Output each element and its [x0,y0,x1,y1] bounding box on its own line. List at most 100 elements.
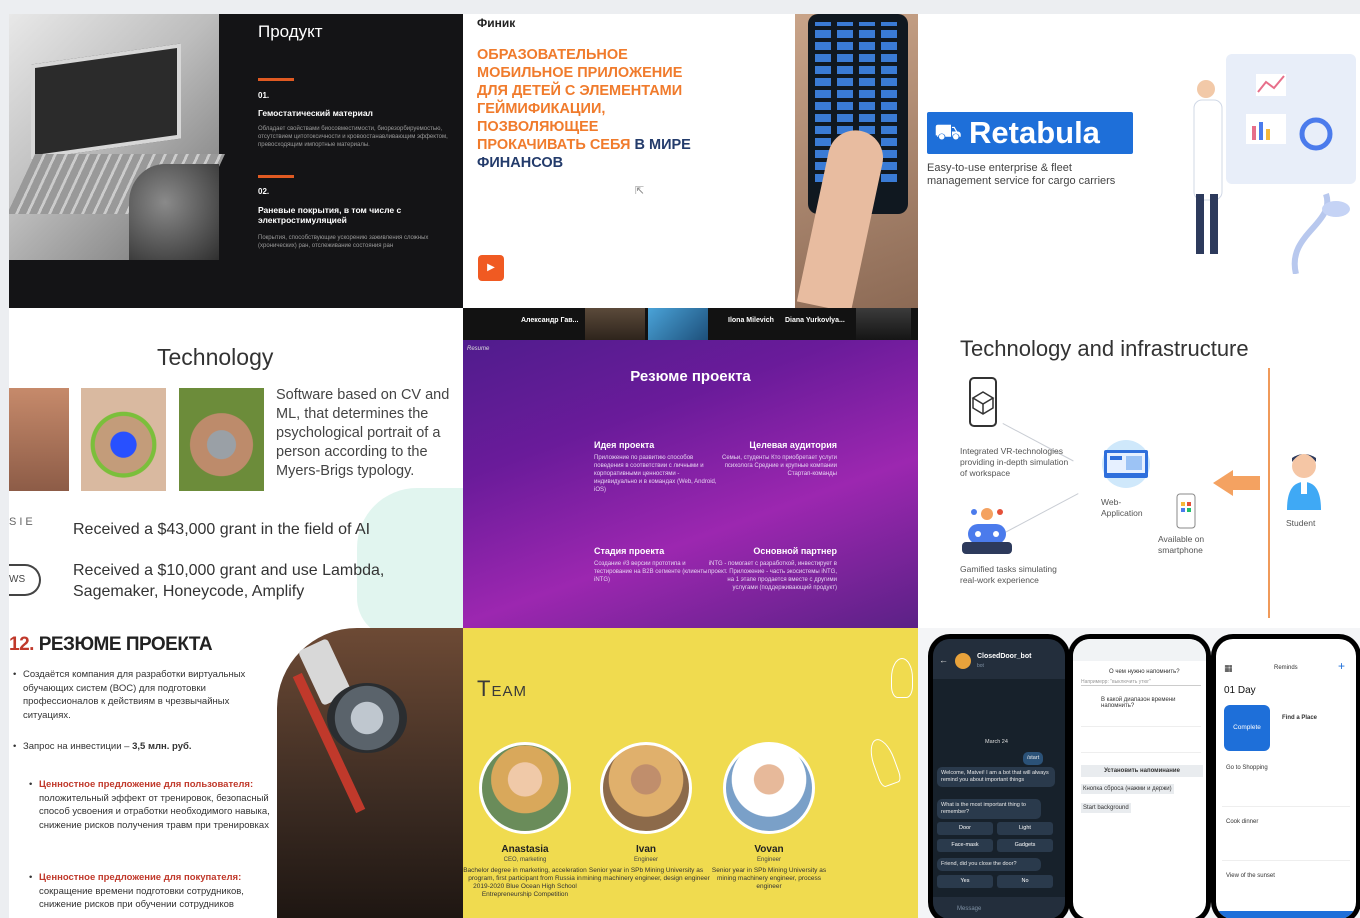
accent-bar [258,78,294,81]
item-number: 01. [258,91,270,100]
task-title: Cook dinner [1226,819,1259,825]
phone-telegram: ← ClosedDoor_bot bot March 24 /start Wel… [928,634,1070,918]
play-button[interactable]: ▶ [478,255,504,281]
list-item: Создаётся компания для разработки виртуа… [13,668,273,722]
list-item-label: Запрос на инвестиции – [23,741,133,752]
slide-resume-video: Александр Гав... Ilona Milevich Diana Yu… [463,308,918,628]
item-number: 02. [258,187,270,196]
slide-retabula: ⛟ Retabula Easy-to-use enterprise & flee… [918,14,1360,308]
bot-name: ClosedDoor_bot [977,653,1032,660]
member-role: Engineer [756,857,782,863]
slide-finik: Финик ОБРАЗОВАТЕЛЬНОЕ МОБИЛЬНОЕ ПРИЛОЖЕН… [463,14,918,308]
decor-blob [357,488,463,628]
block-text: Приложение по развитию способов поведени… [594,455,717,493]
item-desc: Покрытия, способствующие ускорению зажив… [258,235,429,249]
app-title: Reminds [1274,665,1298,671]
vr-label: Integrated VR-technologies providing in-… [960,446,1069,478]
start-background-button[interactable]: Start background [1081,803,1131,813]
grant-2: Received a $10,000 grant and use Lambda,… [73,562,385,600]
lightbulb-icon [865,735,903,789]
sie-logo: SIE [9,516,36,528]
set-reminder-button[interactable]: Установить напоминание [1081,765,1203,777]
reply-button-light[interactable]: Light [997,822,1053,835]
block-heading: Стадия проекта [594,546,665,556]
time-range-input[interactable] [1081,709,1201,727]
divider-line [1268,368,1270,618]
add-icon[interactable]: + [1338,659,1345,673]
retabula-logo: ⛟ Retabula [927,112,1133,154]
task-card[interactable]: Go to Shopping [1222,759,1350,807]
member-role: Engineer [633,857,659,863]
member-name: Anastasia [501,844,549,855]
reset-button[interactable]: Кнопка сброса (нажми и держи) [1081,784,1174,794]
list-item-text: положительный эффект от тренировок, безо… [39,792,270,831]
gas-mask [327,683,407,753]
participant-video[interactable] [585,308,645,340]
arrow-left-icon [1213,470,1233,496]
aws-logo: WS [9,564,41,596]
web-app-label: Web-Application [1101,497,1143,518]
reply-button-no[interactable]: No [997,875,1053,888]
face-mask-photo [81,388,166,491]
lightbulb-icon [891,658,913,698]
slide-label: Resume [467,346,490,352]
slide-phones: ← ClosedDoor_bot bot March 24 /start Wel… [918,628,1360,918]
slide-title: Резюме проекта [630,368,751,385]
task-title: Find a Place [1282,715,1318,721]
item-desc: Обладает свойствами биосовместимости, би… [258,126,448,148]
reply-button-gadgets[interactable]: Gadgets [997,839,1053,852]
slide-heading: РЕЗЮМЕ ПРОЕКТА [38,634,213,655]
headline: ОБРАЗОВАТЕЛЬНОЕ МОБИЛЬНОЕ ПРИЛОЖЕНИЕ ДЛЯ… [477,46,692,172]
slide-summary: 12. РЕЗЮМЕ ПРОЕКТА Создаётся компания дл… [9,628,463,918]
item-title: Гемостатический материал [258,108,373,118]
tech-description: Software based on CV and ML, that determ… [276,387,450,479]
block-heading: Целевая аудитория [749,440,837,450]
logo-text: Retabula [969,115,1100,150]
slide-technology: Technology Software based on CV and ML, … [9,308,463,628]
member-role: CEO, marketing [503,857,547,863]
dashboard-illustration [1193,54,1356,274]
member-bio: Senior year in SPb Mining University as … [582,867,710,882]
member-bio: Bachelor degree in marketing, accelerati… [463,867,587,898]
task-title: View of the sunset [1226,873,1275,879]
task-card[interactable]: Cook dinner [1222,813,1350,861]
list-item: Ценностное предложение для покупателя: со… [29,871,289,912]
block-text: iNTG - помогает с разработкой, инвестиру… [707,561,837,591]
back-arrow-icon[interactable]: ← [939,655,948,665]
reply-button-facemask[interactable]: Face-mask [937,839,993,852]
web-app-icon [1102,440,1150,488]
slide-team: Team Anastasia CEO, marketing Bachelor d… [463,628,918,918]
reply-button-door[interactable]: Door [937,822,993,835]
block-text: Семьи, студенты Кто приобретает услуги п… [721,455,837,477]
phone-reminds-app: ▦ Reminds + 01 Day Complete Find a Place… [1211,634,1360,918]
block-heading: Основной партнер [753,546,837,556]
participant-video[interactable] [856,308,911,340]
hand-shape [129,164,219,260]
block-heading: Идея проекта [594,440,655,450]
participant-name: Ilona Milevich [728,317,774,324]
task-card[interactable]: View of the sunset [1222,867,1350,915]
tagline: Easy-to-use enterprise & fleet managemen… [927,162,1116,187]
list-item: Ценностное предложение для пользователя:… [29,778,289,832]
student-label: Student [1286,518,1316,528]
message-in: What is the most important thing to reme… [937,799,1041,819]
grid-icon[interactable]: ▦ [1224,663,1233,674]
reply-button-yes[interactable]: Yes [937,875,993,888]
arrow-body [1233,476,1260,490]
tasks-label: Gamified tasks simulating real-work expe… [960,564,1057,585]
list-item-value: 3,5 млн. руб. [132,741,192,752]
reminder-input[interactable]: Напримерр: "выключить утюг" [1081,679,1201,686]
time-range-input[interactable] [1081,735,1201,753]
message-input[interactable]: Message [957,906,981,912]
participant-video[interactable] [648,308,708,340]
item-title: Раневые покрытия, в том числе с электрос… [258,205,402,225]
participant-name: Diana Yurkovlya... [785,317,845,324]
slide-title: Team [477,676,527,701]
grant-1: Received a $43,000 grant in the field of… [73,521,371,538]
list-item: Запрос на инвестиции – 3,5 млн. руб. [13,740,273,754]
list-item-heading: Ценностное предложение для пользователя: [39,779,254,790]
slide-product: Продукт 01. Гемостатический материал Обл… [9,14,463,308]
slide-number: 12. [9,634,34,655]
complete-button[interactable]: Complete [1224,705,1270,751]
question-label: О чем нужно напомнить? [1109,669,1180,675]
